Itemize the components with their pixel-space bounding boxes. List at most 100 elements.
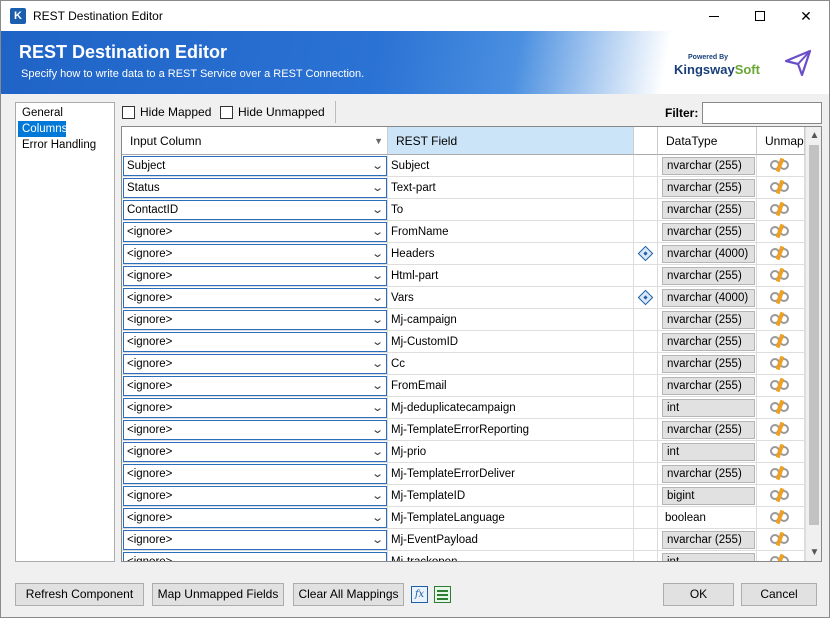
unmap-icon[interactable] xyxy=(770,399,792,415)
nav-item-error-handling[interactable]: Error Handling xyxy=(18,137,112,153)
input-column-select[interactable]: <ignore> ⌄ xyxy=(123,552,387,561)
hide-mapped-checkbox[interactable]: Hide Mapped xyxy=(122,105,211,119)
unmap-icon[interactable] xyxy=(770,245,792,261)
table-row[interactable]: <ignore> ⌄ Headers nvarchar (4000) xyxy=(122,243,805,265)
input-column-select[interactable]: <ignore> ⌄ xyxy=(123,398,387,418)
input-column-select[interactable]: <ignore> ⌄ xyxy=(123,486,387,506)
chevron-down-icon[interactable]: ⌄ xyxy=(371,201,384,219)
unmap-icon[interactable] xyxy=(770,531,792,547)
close-button[interactable]: ✕ xyxy=(783,1,829,31)
input-column-select[interactable]: <ignore> ⌄ xyxy=(123,530,387,550)
unmap-icon[interactable] xyxy=(770,157,792,173)
unmap-icon[interactable] xyxy=(770,223,792,239)
input-column-select[interactable]: <ignore> ⌄ xyxy=(123,244,387,264)
cancel-button[interactable]: Cancel xyxy=(741,583,817,606)
chevron-down-icon[interactable]: ⌄ xyxy=(371,399,384,417)
hide-unmapped-box[interactable] xyxy=(220,105,233,119)
clear-all-mappings-button[interactable]: Clear All Mappings xyxy=(293,583,404,606)
chevron-down-icon[interactable]: ⌄ xyxy=(371,509,384,527)
chevron-down-icon[interactable]: ⌄ xyxy=(371,179,384,197)
unmap-icon[interactable] xyxy=(770,267,792,283)
ok-button[interactable]: OK xyxy=(663,583,734,606)
chevron-down-icon[interactable]: ⌄ xyxy=(371,377,384,395)
header-input-column[interactable]: Input Column ▼ xyxy=(122,127,388,155)
unmap-icon[interactable] xyxy=(770,311,792,327)
unmap-icon[interactable] xyxy=(770,289,792,305)
scroll-down-icon[interactable]: ▼ xyxy=(806,544,821,561)
table-row[interactable]: <ignore> ⌄ Mj-TemplateErrorReporting nvarch… xyxy=(122,419,805,441)
header-rest-field[interactable]: REST Field xyxy=(388,127,634,155)
diamond-icon[interactable] xyxy=(637,245,654,262)
chevron-down-icon[interactable]: ⌄ xyxy=(371,531,384,549)
chevron-down-icon[interactable]: ⌄ xyxy=(371,245,384,263)
map-unmapped-fields-button[interactable]: Map Unmapped Fields xyxy=(152,583,284,606)
chevron-down-icon[interactable]: ⌄ xyxy=(371,311,384,329)
input-column-select[interactable]: <ignore> ⌄ xyxy=(123,310,387,330)
header-datatype[interactable]: DataType xyxy=(658,127,757,155)
table-row[interactable]: <ignore> ⌄ Mj-deduplicatecampaign int xyxy=(122,397,805,419)
unmap-icon[interactable] xyxy=(770,487,792,503)
input-column-select[interactable]: <ignore> ⌄ xyxy=(123,376,387,396)
table-row[interactable]: <ignore> ⌄ Mj-CustomID nvarchar (255) xyxy=(122,331,805,353)
vertical-scrollbar[interactable]: ▲ ▼ xyxy=(805,127,821,561)
input-column-select[interactable]: <ignore> ⌄ xyxy=(123,442,387,462)
unmap-icon[interactable] xyxy=(770,333,792,349)
table-row[interactable]: <ignore> ⌄ Mj-prio int xyxy=(122,441,805,463)
table-row[interactable]: <ignore> ⌄ Cc nvarchar (255) xyxy=(122,353,805,375)
header-unmap[interactable]: Unmap xyxy=(757,127,805,155)
unmap-icon[interactable] xyxy=(770,443,792,459)
unmap-icon[interactable] xyxy=(770,553,792,561)
table-row[interactable]: ContactID ⌄ To nvarchar (255) xyxy=(122,199,805,221)
table-row[interactable]: <ignore> ⌄ FromName nvarchar (255) xyxy=(122,221,805,243)
input-column-select[interactable]: <ignore> ⌄ xyxy=(123,508,387,528)
table-row[interactable]: <ignore> ⌄ Mj-campaign nvarchar (255) xyxy=(122,309,805,331)
table-row[interactable]: Subject ⌄ Subject nvarchar (255) xyxy=(122,155,805,177)
unmap-icon[interactable] xyxy=(770,465,792,481)
chevron-down-icon[interactable]: ⌄ xyxy=(371,333,384,351)
fx-icon[interactable]: fx xyxy=(411,586,428,603)
input-column-select[interactable]: <ignore> ⌄ xyxy=(123,222,387,242)
unmap-icon[interactable] xyxy=(770,509,792,525)
chevron-down-icon[interactable]: ⌄ xyxy=(371,421,384,439)
table-row[interactable]: <ignore> ⌄ Mj-TemplateLanguage boolean xyxy=(122,507,805,529)
scroll-thumb[interactable] xyxy=(809,145,819,525)
input-column-select[interactable]: <ignore> ⌄ xyxy=(123,332,387,352)
table-row[interactable]: <ignore> ⌄ Mj-TemplateID bigint xyxy=(122,485,805,507)
input-column-select[interactable]: <ignore> ⌄ xyxy=(123,464,387,484)
nav-item-columns[interactable]: Columns xyxy=(18,121,67,137)
table-row[interactable]: <ignore> ⌄ Mj-EventPayload nvarchar (255) xyxy=(122,529,805,551)
table-row[interactable]: <ignore> ⌄ FromEmail nvarchar (255) xyxy=(122,375,805,397)
hide-mapped-box[interactable] xyxy=(122,105,135,119)
filter-input[interactable] xyxy=(702,102,822,124)
chevron-down-icon[interactable]: ⌄ xyxy=(371,289,384,307)
chevron-down-icon[interactable]: ⌄ xyxy=(371,223,384,241)
chevron-down-icon[interactable]: ⌄ xyxy=(371,157,384,175)
chevron-down-icon[interactable]: ⌄ xyxy=(371,553,384,561)
chevron-down-icon[interactable]: ⌄ xyxy=(371,465,384,483)
input-column-select[interactable]: ContactID ⌄ xyxy=(123,200,387,220)
unmap-icon[interactable] xyxy=(770,421,792,437)
chevron-down-icon[interactable]: ⌄ xyxy=(371,443,384,461)
chevron-down-icon[interactable]: ⌄ xyxy=(371,487,384,505)
input-column-select[interactable]: <ignore> ⌄ xyxy=(123,266,387,286)
table-row[interactable]: <ignore> ⌄ Mj-TemplateErrorDeliver nvarchar… xyxy=(122,463,805,485)
input-column-select[interactable]: <ignore> ⌄ xyxy=(123,420,387,440)
table-row[interactable]: Status ⌄ Text-part nvarchar (255) xyxy=(122,177,805,199)
unmap-icon[interactable] xyxy=(770,377,792,393)
excel-icon[interactable] xyxy=(434,586,451,603)
maximize-button[interactable] xyxy=(737,1,783,31)
refresh-component-button[interactable]: Refresh Component xyxy=(15,583,144,606)
nav-item-general[interactable]: General xyxy=(18,105,112,121)
table-row[interactable]: <ignore> ⌄ Mj-trackopen int xyxy=(122,551,805,561)
minimize-button[interactable] xyxy=(691,1,737,31)
diamond-icon[interactable] xyxy=(637,289,654,306)
chevron-down-icon[interactable]: ⌄ xyxy=(371,355,384,373)
unmap-icon[interactable] xyxy=(770,179,792,195)
unmap-icon[interactable] xyxy=(770,355,792,371)
input-column-select[interactable]: Status ⌄ xyxy=(123,178,387,198)
input-column-select[interactable]: Subject ⌄ xyxy=(123,156,387,176)
hide-unmapped-checkbox[interactable]: Hide Unmapped xyxy=(220,105,325,119)
input-column-select[interactable]: <ignore> ⌄ xyxy=(123,288,387,308)
table-row[interactable]: <ignore> ⌄ Vars nvarchar (4000) xyxy=(122,287,805,309)
scroll-up-icon[interactable]: ▲ xyxy=(806,127,821,144)
